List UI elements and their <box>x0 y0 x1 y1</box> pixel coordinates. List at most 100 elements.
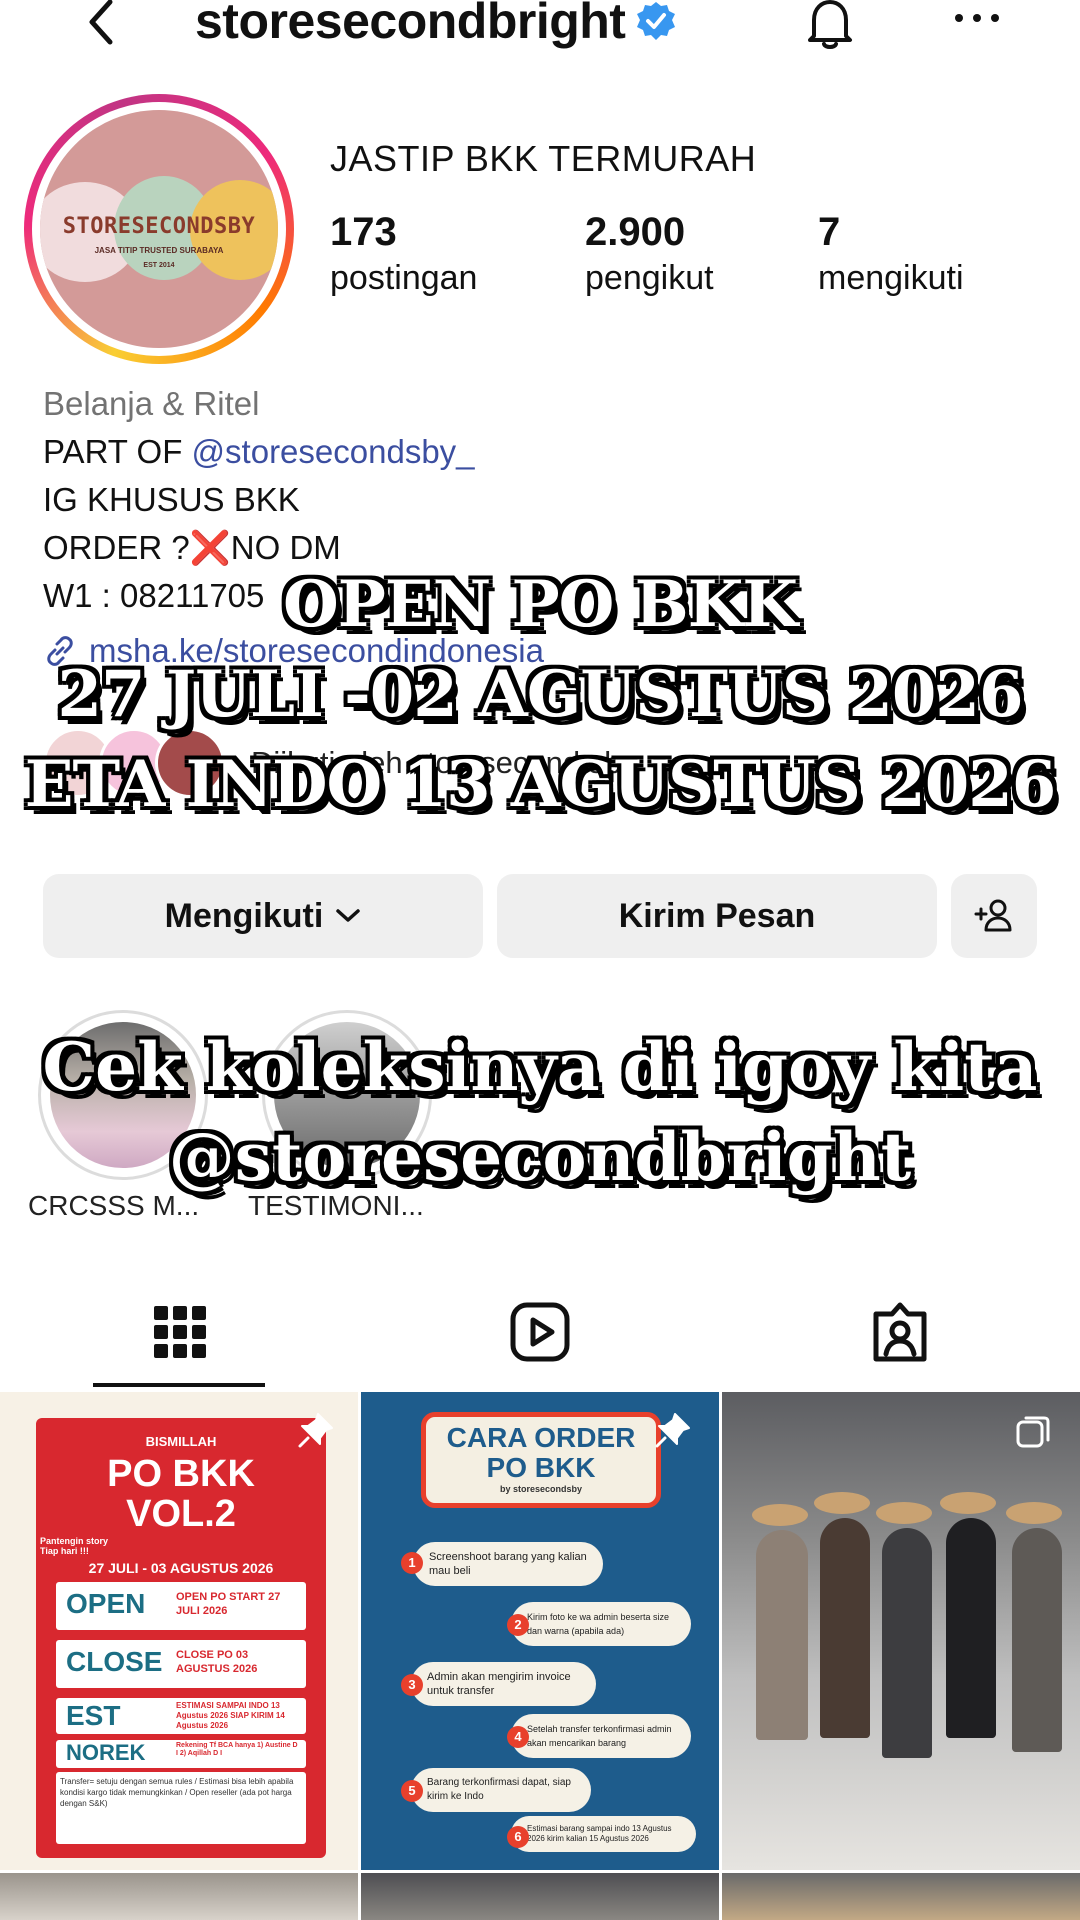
stat-followers-count: 2.900 <box>585 210 686 254</box>
overlay-line: Cek koleksinya di igoy kita <box>42 1028 1038 1106</box>
stat-following-label: mengikuti <box>818 259 964 297</box>
poster-row-est: EST ESTIMASI SAMPAI INDO 13 Agustus 2026… <box>56 1698 306 1734</box>
overlay-line: OPEN PO BKK <box>283 567 798 642</box>
poster2-by: by storesecondsby <box>499 1484 583 1494</box>
avatar-logo-tagline: JASA TITIP TRUSTED SURABAYA <box>94 246 224 255</box>
poster-row-sub: CLOSE PO 03 AGUSTUS 2026 <box>176 1649 258 1675</box>
poster2-subtitle: PO BKK <box>486 1452 596 1483</box>
poster2-step: Estimasi barang sampai indo 13 Agustus 2… <box>511 1816 696 1852</box>
following-button-label: Mengikuti <box>164 896 324 935</box>
poster-card: BISMILLAH PO BKK VOL.2 Pantengin story T… <box>36 1418 326 1858</box>
stat-posts-count: 173 <box>330 210 397 254</box>
poster-row-norek: NOREK Rekening Tf BCA hanya 1) Austine D… <box>56 1740 306 1768</box>
poster-row-big: EST <box>66 1700 121 1731</box>
verified-badge-icon <box>637 2 676 40</box>
mannequin-hat <box>814 1492 870 1514</box>
poster2-title: CARA ORDER <box>446 1422 636 1453</box>
mannequin-hat <box>752 1504 808 1526</box>
post-dress-photo[interactable] <box>722 1392 1080 1870</box>
chevron-left-icon[interactable] <box>78 0 126 48</box>
post-thumbnail[interactable] <box>0 1873 358 1920</box>
send-message-button[interactable]: Kirim Pesan <box>497 874 937 958</box>
poster-note: Pantengin story Tiap hari !!! <box>40 1536 109 1556</box>
bio-part-of-text: PART OF <box>43 433 192 470</box>
grid-icon[interactable] <box>148 1300 212 1364</box>
poster-row-sub: ESTIMASI SAMPAI INDO 13 Agustus 2026 SIA… <box>176 1701 285 1730</box>
more-horizontal-icon[interactable] <box>953 6 1001 30</box>
display-name: JASTIP BKK TERMURAH <box>330 138 757 179</box>
mannequin-hat <box>876 1502 932 1524</box>
overlay-caption-bottom: Cek koleksinya di igoy kita @storesecond… <box>0 1022 1080 1202</box>
overlay-caption-top: OPEN PO BKK 27 JULI -02 AGUSTUS 2026 ETA… <box>0 560 1080 830</box>
avatar-logo: STORESECONDSBY JASA TITIP TRUSTED SURABA… <box>40 110 278 348</box>
stat-followers[interactable]: 2.900 pengikut <box>585 210 714 298</box>
poster-row-sub: OPEN PO START 27 JULI 2026 <box>176 1591 281 1617</box>
post-thumbnail[interactable] <box>361 1873 719 1920</box>
stat-following[interactable]: 7 mengikuti <box>818 210 964 298</box>
poster2-step-number: 6 <box>507 1826 529 1848</box>
mannequin-dress <box>882 1528 932 1758</box>
poster2-step: Kirim foto ke wa admin beserta size dan … <box>511 1602 691 1646</box>
poster-notes: Transfer= setuju dengan semua rules / Es… <box>56 1772 306 1844</box>
mannequin-hat <box>1006 1502 1062 1524</box>
poster-row-open: OPEN OPEN PO START 27 JULI 2026 <box>56 1582 306 1630</box>
add-user-button[interactable] <box>951 874 1037 958</box>
stat-followers-label: pengikut <box>585 259 714 297</box>
poster-row-big: NOREK <box>66 1740 146 1765</box>
overlay-line: ETA INDO 13 AGUSTUS 2026 <box>24 747 1057 822</box>
poster2-step-number: 3 <box>401 1674 423 1696</box>
bio-mention-link[interactable]: @storesecondsby_ <box>192 433 475 470</box>
chevron-down-icon <box>336 909 361 922</box>
post-thumbnail[interactable] <box>722 1873 1080 1920</box>
mannequin-dress <box>820 1518 870 1738</box>
poster-subtitle: VOL.2 <box>126 1493 236 1535</box>
profile-username: storesecondbright <box>195 0 677 50</box>
poster-row-close: CLOSE CLOSE PO 03 AGUSTUS 2026 <box>56 1640 306 1688</box>
reels-icon[interactable] <box>508 1300 572 1364</box>
poster2-step-number: 5 <box>401 1780 423 1802</box>
poster2-step: Admin akan mengirim invoice untuk transf… <box>411 1662 596 1706</box>
poster2-step: Barang terkonfirmasi dapat, siap kirim k… <box>411 1768 591 1812</box>
overlay-line: @storesecondbright <box>168 1118 912 1196</box>
poster2-step: Screenshoot barang yang kalian mau beli <box>413 1542 603 1586</box>
add-user-icon <box>974 899 1012 932</box>
active-tab-indicator <box>93 1383 265 1387</box>
poster2-step: Setelah transfer terkonfirmasi admin aka… <box>511 1714 691 1758</box>
poster-row-sub: Rekening Tf BCA hanya 1) Austine D I 2) … <box>176 1742 298 1757</box>
poster-bismillah: BISMILLAH <box>145 1434 217 1449</box>
bio-category: Belanja & Ritel <box>43 385 260 422</box>
poster2-step-number: 2 <box>507 1614 529 1636</box>
avatar-border: STORESECONDSBY JASA TITIP TRUSTED SURABA… <box>32 102 286 356</box>
pin-icon <box>298 1413 333 1448</box>
poster2-step-number: 1 <box>401 1552 423 1574</box>
post-po-bkk-vol2[interactable]: BISMILLAH PO BKK VOL.2 Pantengin story T… <box>0 1392 358 1870</box>
poster-title: PO BKK <box>107 1453 255 1495</box>
carousel-icon <box>1016 1416 1050 1448</box>
poster-row-big: OPEN <box>66 1588 146 1619</box>
poster-dates: 27 JULI - 03 AGUSTUS 2026 <box>88 1560 274 1576</box>
bell-icon[interactable] <box>800 0 860 52</box>
username-text: storesecondbright <box>195 0 626 49</box>
stat-posts-label: postingan <box>330 259 478 297</box>
stat-following-count: 7 <box>818 210 841 254</box>
mannequin-dress <box>756 1530 808 1740</box>
following-button[interactable]: Mengikuti <box>43 874 483 958</box>
mannequin-dress <box>1012 1528 1062 1752</box>
overlay-line: 27 JULI -02 AGUSTUS 2026 <box>57 657 1024 732</box>
mannequin-dress <box>946 1518 996 1738</box>
profile-avatar[interactable]: STORESECONDSBY JASA TITIP TRUSTED SURABA… <box>24 94 294 364</box>
avatar-logo-est: EST 2014 <box>143 262 175 269</box>
poster2-title-box: CARA ORDER PO BKK by storesecondsby <box>421 1412 661 1508</box>
poster-row-big: CLOSE <box>66 1646 163 1677</box>
post-cara-order[interactable]: CARA ORDER PO BKK by storesecondsby Scre… <box>361 1392 719 1870</box>
avatar-logo-text: STORESECONDSBY <box>62 214 256 239</box>
bio-line-khusus: IG KHUSUS BKK <box>43 481 300 518</box>
top-bar: storesecondbright <box>0 0 1080 50</box>
mannequin-hat <box>940 1492 996 1514</box>
bio-line-part-of: PART OF @storesecondsby_ <box>43 428 475 476</box>
tagged-icon[interactable] <box>868 1300 932 1364</box>
pin-icon <box>655 1413 690 1448</box>
poster2-step-number: 4 <box>507 1726 529 1748</box>
send-message-label: Kirim Pesan <box>618 896 816 935</box>
stat-posts[interactable]: 173 postingan <box>330 210 477 298</box>
